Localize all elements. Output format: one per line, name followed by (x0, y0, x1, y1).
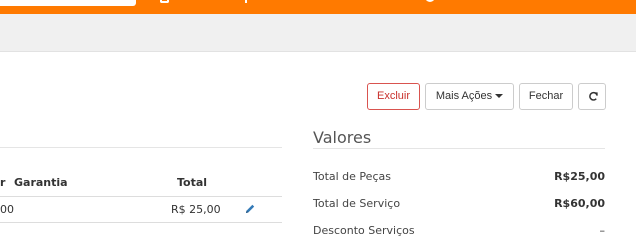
search-input[interactable] (0, 0, 136, 6)
refresh-button[interactable] (578, 83, 606, 110)
total-servico-label: Total de Serviço (313, 197, 401, 210)
desconto-servicos-value: – (599, 224, 606, 237)
refresh-icon (589, 91, 598, 101)
fechar-button[interactable]: Fechar (519, 83, 573, 110)
total-servico-value: R$60,00 (554, 197, 605, 210)
mais-acoes-label: Mais Ações (435, 90, 493, 102)
row-cell-total: R$ 25,00 (171, 203, 221, 216)
page-header-band (0, 14, 636, 52)
column-header-garantia[interactable]: Garantia (14, 176, 68, 189)
column-header-partial: r (0, 176, 6, 189)
table-header-divider (0, 196, 282, 197)
column-header-total[interactable]: Total (177, 176, 207, 189)
section-divider (0, 147, 282, 148)
row-cell-value: 00 (0, 203, 14, 216)
menu-icon[interactable] (160, 0, 169, 3)
mais-acoes-button[interactable]: Mais Ações (425, 83, 514, 110)
desconto-servicos-label: Desconto Serviços (313, 224, 415, 237)
pencil-icon[interactable] (244, 203, 256, 215)
table-row-divider (0, 222, 282, 223)
valores-title: Valores (313, 128, 372, 147)
caret-down-icon (495, 94, 504, 99)
top-navbar (0, 0, 636, 14)
valores-divider (313, 148, 605, 149)
total-pecas-label: Total de Peças (313, 170, 391, 183)
total-pecas-value: R$25,00 (554, 170, 605, 183)
content-panel (0, 52, 636, 247)
settings-icon[interactable] (425, 0, 435, 4)
user-icon[interactable] (243, 0, 249, 5)
excluir-button[interactable]: Excluir (367, 83, 420, 110)
